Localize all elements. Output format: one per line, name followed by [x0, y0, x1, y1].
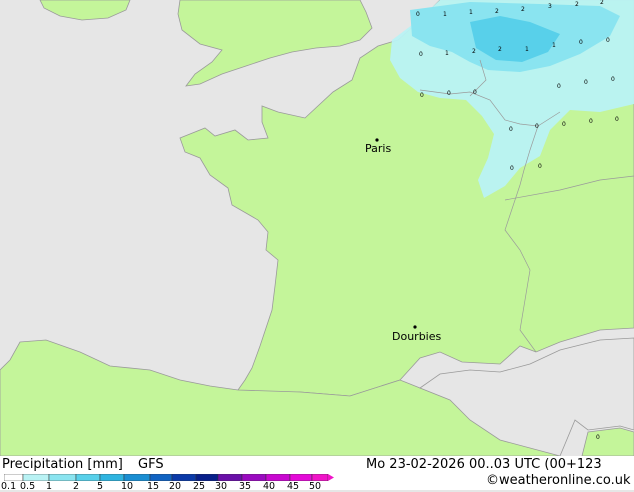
precip-value: 2 [600, 0, 604, 6]
legend-tick-label: 30 [215, 481, 228, 492]
precip-value: 0 [420, 92, 424, 99]
legend-tick-label: 25 [193, 481, 206, 492]
precip-value: 0 [509, 126, 513, 133]
legend-tick-label: 40 [263, 481, 276, 492]
legend-arrow [328, 474, 334, 481]
legend-tick-label: 35 [239, 481, 252, 492]
legend-tick-label: 10 [121, 481, 134, 492]
legend-swatch [311, 474, 329, 481]
legend-tick-label: 20 [169, 481, 182, 492]
legend-swatch [241, 474, 267, 481]
precip-value: 0 [535, 123, 539, 130]
precip-value: 1 [443, 11, 447, 18]
precip-value: 0 [538, 163, 542, 170]
precip-value: 0 [584, 79, 588, 86]
precip-value: 0 [447, 90, 451, 97]
precip-value: 1 [525, 46, 529, 53]
precip-value: 0 [596, 434, 600, 441]
precip-value: 0 [562, 121, 566, 128]
precip-value: 0 [473, 89, 477, 96]
legend-swatch [123, 474, 151, 481]
legend-tick-label: 5 [97, 481, 104, 492]
legend-tick-label: 50 [309, 481, 322, 492]
precip-value: 3 [548, 3, 552, 10]
legend-tick-label: 0.5 [20, 481, 36, 492]
precip-value: 0 [606, 37, 610, 44]
precip-value: 1 [552, 42, 556, 49]
city-label-dourbies: Dourbies [392, 330, 442, 343]
legend-swatch [22, 474, 50, 481]
legend-tick-label: 0.1 [1, 481, 17, 492]
precip-value: 0 [510, 165, 514, 172]
legend-tick-label: 1 [46, 481, 53, 492]
precip-value: 2 [521, 6, 525, 13]
legend-swatch [265, 474, 291, 481]
legend-swatch [149, 474, 173, 481]
model-name: GFS [138, 457, 164, 472]
valid-time: Mo 23-02-2026 00..03 UTC (00+123 [366, 457, 602, 472]
precip-value: 1 [445, 50, 449, 57]
legend-swatch [289, 474, 313, 481]
precip-value: 0 [416, 11, 420, 18]
legend-swatch [171, 474, 197, 481]
precip-value: 0 [557, 83, 561, 90]
legend-tick-label: 45 [287, 481, 300, 492]
precip-value: 2 [575, 1, 579, 8]
precipitation-map: 0 1 1 2 2 3 2 2 0 1 2 2 1 0 0 0 0 0 0 0 … [0, 0, 634, 456]
legend-swatch [195, 474, 219, 481]
precip-value: 2 [472, 48, 476, 55]
legend-swatch [48, 474, 77, 481]
city-marker-dourbies [413, 325, 417, 329]
precip-value: 2 [498, 46, 502, 53]
precip-value: 0 [611, 76, 615, 83]
land-sardinia [581, 427, 634, 456]
legend-swatch [4, 474, 24, 481]
precip-value: 0 [419, 51, 423, 58]
precip-value: 0 [589, 118, 593, 125]
precip-value: 0 [615, 116, 619, 123]
precip-value: 0 [579, 39, 583, 46]
legend-swatch [75, 474, 101, 481]
city-label-paris: Paris [365, 142, 391, 155]
legend-tick-label: 15 [147, 481, 160, 492]
legend-swatch [99, 474, 125, 481]
credit-link[interactable]: ©weatheronline.co.uk [486, 473, 631, 488]
legend-tick-label: 2 [73, 481, 80, 492]
precip-value: 1 [469, 9, 473, 16]
map-title: Precipitation [mm] [2, 457, 123, 472]
precip-value: 2 [495, 8, 499, 15]
precipitation-color-legend [4, 474, 334, 481]
legend-swatch [217, 474, 243, 481]
